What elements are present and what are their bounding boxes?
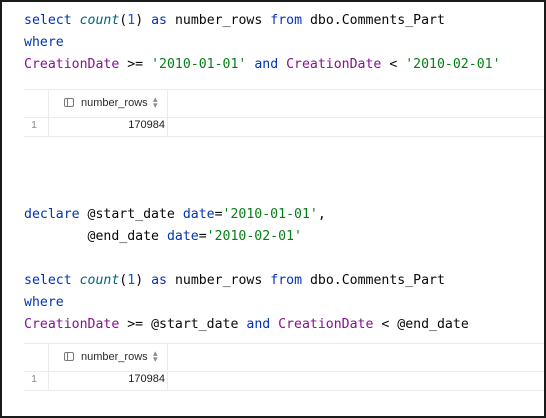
operator: < bbox=[381, 317, 390, 332]
keyword-as: as bbox=[151, 13, 167, 28]
string-literal: '2010-02-01' bbox=[206, 229, 302, 244]
table-cell[interactable]: 170984 bbox=[48, 370, 168, 390]
keyword-from: from bbox=[270, 13, 303, 28]
grid-header: number_rows ▴ ▾ bbox=[24, 343, 544, 372]
column-name: CreationDate bbox=[286, 57, 382, 72]
variable-name: @start_date bbox=[151, 317, 239, 332]
declare-line2[interactable]: @end_date date='2010-02-01' bbox=[24, 226, 302, 248]
table-cell[interactable]: 170984 bbox=[48, 116, 168, 136]
operator: >= bbox=[127, 317, 144, 332]
variable-name: @end_date bbox=[87, 229, 159, 244]
function-count: count bbox=[79, 13, 120, 28]
column-name: CreationDate bbox=[24, 317, 120, 332]
sort-arrows-icon[interactable]: ▴ ▾ bbox=[153, 95, 158, 110]
keyword-select: select bbox=[24, 273, 72, 288]
column-name: CreationDate bbox=[24, 57, 120, 72]
cell-value: 170984 bbox=[128, 119, 165, 131]
operator: < bbox=[389, 57, 398, 72]
column-name: CreationDate bbox=[278, 317, 374, 332]
row-number-header bbox=[24, 90, 49, 117]
table-column-icon bbox=[64, 98, 74, 107]
operator: = bbox=[198, 229, 207, 244]
comma: , bbox=[317, 207, 326, 222]
sql-console: select count(1) as number_rows from dbo.… bbox=[0, 0, 546, 418]
column-header-label: number_rows bbox=[81, 97, 148, 109]
paren-close: ) bbox=[135, 13, 144, 28]
cell-value: 170984 bbox=[128, 373, 165, 385]
query1-line1[interactable]: select count(1) as number_rows from dbo.… bbox=[24, 10, 445, 32]
keyword-and: and bbox=[254, 57, 279, 72]
table-name: dbo.Comments_Part bbox=[309, 273, 445, 288]
sort-arrows-icon[interactable]: ▴ ▾ bbox=[153, 349, 158, 364]
string-literal: '2010-01-01' bbox=[151, 57, 247, 72]
type-date: date bbox=[166, 229, 199, 244]
row-number-header bbox=[24, 344, 49, 371]
row-number-cell: 1 bbox=[24, 116, 49, 136]
number-literal: 1 bbox=[127, 273, 136, 288]
query1-line3[interactable]: CreationDate >= '2010-01-01' and Creatio… bbox=[24, 54, 501, 76]
keyword-where: where bbox=[24, 295, 64, 310]
type-date: date bbox=[182, 207, 215, 222]
number-literal: 1 bbox=[127, 13, 136, 28]
table-row[interactable]: 1 170984 bbox=[24, 116, 544, 137]
variable-name: @end_date bbox=[397, 317, 469, 332]
table-name: dbo.Comments_Part bbox=[309, 13, 445, 28]
result-grid-2: number_rows ▴ ▾ 1 170984 bbox=[24, 343, 544, 391]
string-literal: '2010-02-01' bbox=[405, 57, 501, 72]
table-row[interactable]: 1 170984 bbox=[24, 370, 544, 391]
row-number-cell: 1 bbox=[24, 370, 49, 390]
operator: = bbox=[214, 207, 223, 222]
declare-line1[interactable]: declare @start_date date='2010-01-01', bbox=[24, 204, 326, 226]
row-number: 1 bbox=[31, 119, 37, 131]
paren-close: ) bbox=[135, 273, 144, 288]
query2-line1[interactable]: select count(1) as number_rows from dbo.… bbox=[24, 270, 445, 292]
keyword-from: from bbox=[270, 273, 303, 288]
column-header-number-rows[interactable]: number_rows ▴ ▾ bbox=[48, 344, 168, 371]
grid-header: number_rows ▴ ▾ bbox=[24, 89, 544, 118]
alias-name: number_rows bbox=[174, 273, 263, 288]
column-header-label: number_rows bbox=[81, 351, 148, 363]
column-header-number-rows[interactable]: number_rows ▴ ▾ bbox=[48, 90, 168, 117]
keyword-as: as bbox=[151, 273, 167, 288]
query2-line2[interactable]: where bbox=[24, 292, 64, 314]
keyword-where: where bbox=[24, 35, 64, 50]
variable-name: @start_date bbox=[87, 207, 175, 222]
function-count: count bbox=[79, 273, 120, 288]
operator: >= bbox=[127, 57, 144, 72]
string-literal: '2010-01-01' bbox=[222, 207, 318, 222]
keyword-select: select bbox=[24, 13, 72, 28]
result-grid-1: number_rows ▴ ▾ 1 170984 bbox=[24, 89, 544, 137]
keyword-and: and bbox=[246, 317, 271, 332]
alias-name: number_rows bbox=[174, 13, 263, 28]
row-number: 1 bbox=[31, 373, 37, 385]
keyword-declare: declare bbox=[24, 207, 80, 222]
query1-line2[interactable]: where bbox=[24, 32, 64, 54]
table-column-icon bbox=[64, 352, 74, 361]
query2-line3[interactable]: CreationDate >= @start_date and Creation… bbox=[24, 314, 469, 336]
